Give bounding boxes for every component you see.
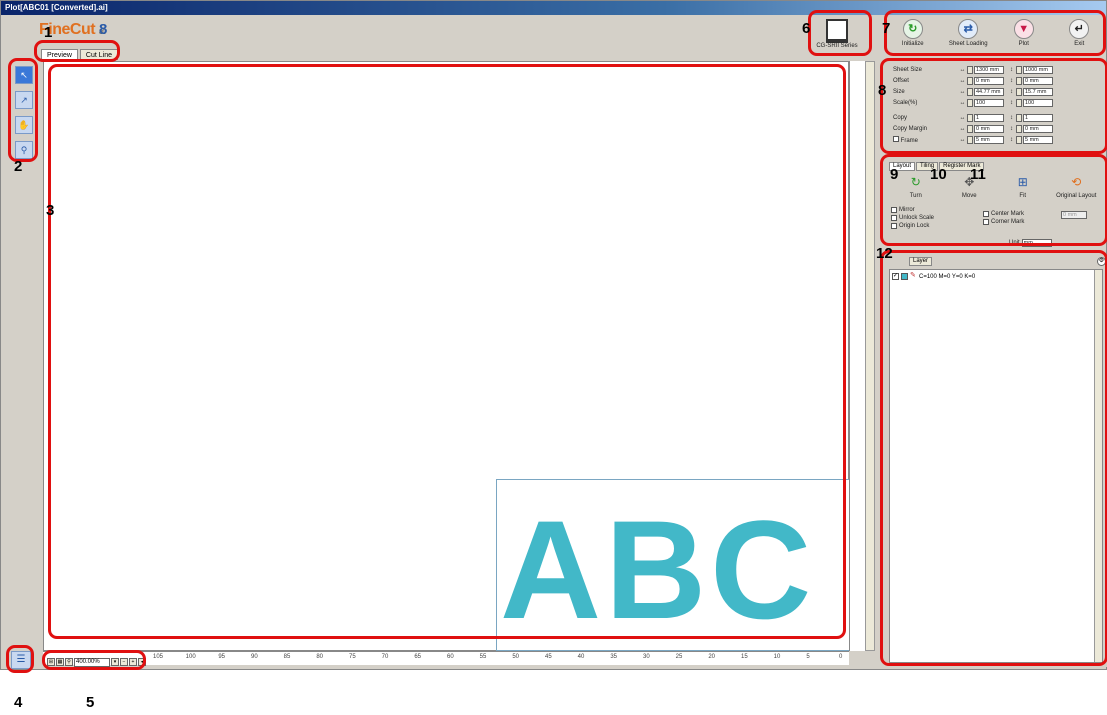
callout-number: 12 (876, 245, 893, 262)
callout-outline (880, 58, 1107, 154)
callout-outline (34, 40, 120, 62)
ruler-tick-label: 105 (153, 654, 164, 660)
ruler-tick-label: 60 (447, 654, 454, 660)
logo-version: 8 (99, 21, 107, 38)
callout-number: 1 (44, 24, 53, 41)
screenshot-root: Plot[ABC01 [Converted].ai] FineCut 8 80 … (0, 0, 1107, 715)
ruler-tick-label: 50 (512, 654, 520, 660)
ruler-tick-label: 100 (185, 654, 196, 660)
callout-outline (8, 58, 38, 162)
callout-number: 8 (878, 82, 887, 99)
ruler-tick-label: 80 (316, 654, 324, 660)
callout-number: 6 (802, 20, 811, 37)
ruler-tick-label: 95 (218, 654, 226, 660)
callout-number: 5 (86, 694, 95, 711)
callout-number: 3 (46, 202, 55, 219)
ruler-tick-label: 40 (577, 654, 585, 660)
ruler-tick-label: 85 (283, 654, 291, 660)
callout-outline (808, 10, 872, 56)
callout-number: 4 (14, 694, 23, 711)
callout-outline (48, 64, 846, 639)
vertical-ruler (849, 61, 865, 651)
ruler-tick-label: 30 (643, 654, 650, 660)
ruler-tick-label: 35 (610, 654, 618, 660)
ruler-tick-label: 10 (773, 654, 781, 660)
callout-outline (6, 645, 34, 673)
ruler-tick-label: 5 (806, 654, 810, 660)
ruler-tick-label: 65 (414, 654, 422, 660)
callout-outline (880, 154, 1107, 246)
ruler-tick-label: 25 (675, 654, 683, 660)
callout-number: 11 (970, 166, 986, 183)
vertical-scrollbar[interactable] (865, 61, 875, 651)
ruler-tick-label: 0 (839, 654, 843, 660)
callout-number: 10 (930, 166, 947, 183)
callout-outline (42, 650, 146, 670)
ruler-tick-label: 70 (381, 654, 389, 660)
ruler-tick-label: 15 (741, 654, 748, 660)
ruler-tick-label: 90 (251, 654, 258, 660)
ruler-tick-label: 55 (479, 654, 487, 660)
callout-outline (880, 250, 1107, 666)
horizontal-ruler: 105 100 95 90 85 80 75 70 65 60 55 50 45 40 35 30 25 20 15… (43, 651, 849, 665)
callout-number: 2 (14, 158, 23, 175)
callout-number: 7 (882, 20, 891, 37)
ruler-tick-label: 75 (349, 654, 356, 660)
ruler-tick-label: 20 (708, 654, 716, 660)
callout-number: 9 (890, 166, 899, 183)
callout-outline (884, 10, 1106, 56)
ruler-tick-label: 45 (545, 654, 552, 660)
